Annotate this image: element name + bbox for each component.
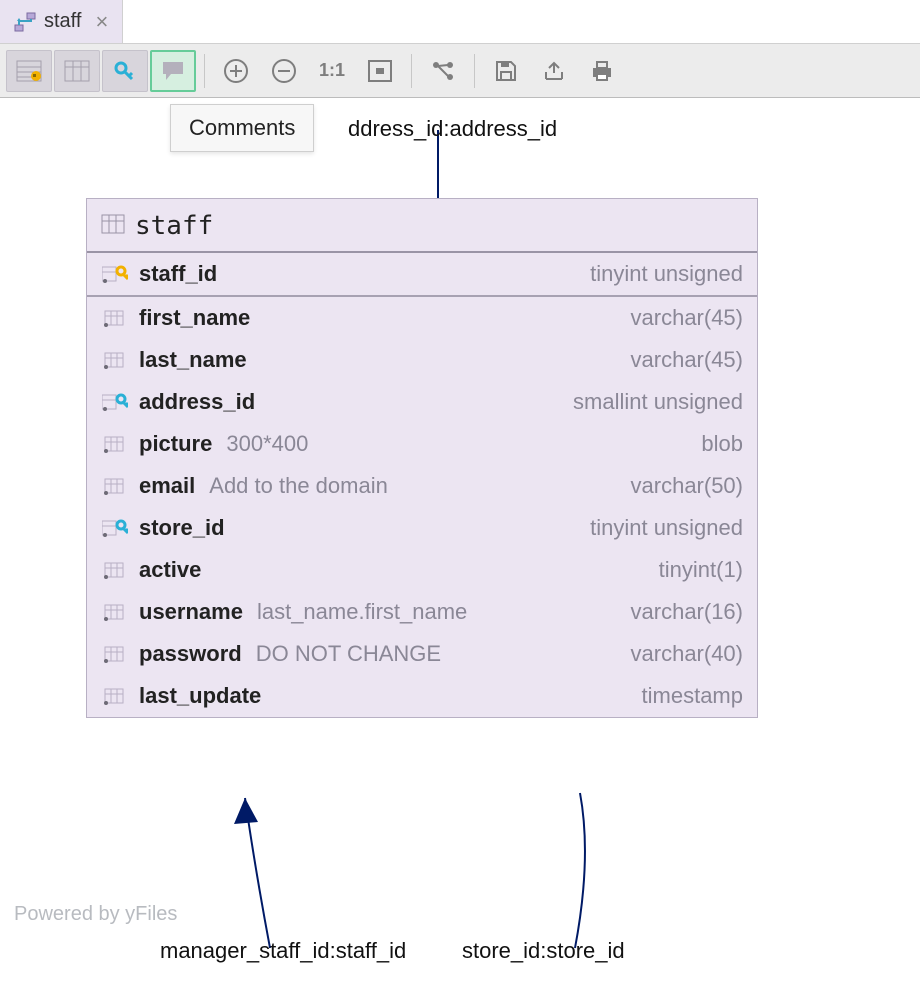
column-row-username[interactable]: username last_name.first_name varchar(16) (87, 591, 757, 633)
zoom-in-button[interactable] (213, 50, 259, 92)
close-icon[interactable]: × (95, 11, 108, 33)
column-type: varchar(45) (631, 305, 743, 331)
column-comment: 300*400 (226, 431, 308, 457)
column-name: address_id (139, 389, 255, 415)
column-name: active (139, 557, 201, 583)
column-name: last_name (139, 347, 247, 373)
diagram-canvas[interactable]: ddress_id:address_id staff staff_idtinyi… (0, 98, 920, 988)
column-row-last_update[interactable]: last_update timestamp (87, 675, 757, 717)
column-name: store_id (139, 515, 225, 541)
column-row-picture[interactable]: picture 300*400 blob (87, 423, 757, 465)
tab-staff[interactable]: staff × (0, 0, 123, 43)
zoom-out-button[interactable] (261, 50, 307, 92)
foreign-key-icon (101, 518, 129, 538)
column-comment: last_name.first_name (257, 599, 467, 625)
table-header: staff (87, 199, 757, 253)
column-name: first_name (139, 305, 250, 331)
column-type: tinyint(1) (659, 557, 743, 583)
toolbar-comments-button[interactable] (150, 50, 196, 92)
column-comment: Add to the domain (209, 473, 388, 499)
diagram-icon (14, 12, 36, 32)
layout-button[interactable] (420, 50, 466, 92)
column-icon (101, 308, 129, 328)
column-type: timestamp (642, 683, 743, 709)
toolbar-table-button[interactable] (54, 50, 100, 92)
column-row-first_name[interactable]: first_name varchar(45) (87, 297, 757, 339)
foreign-key-icon (101, 392, 129, 412)
toolbar-separator (474, 54, 475, 88)
column-icon (101, 434, 129, 454)
edge-label-top: ddress_id:address_id (348, 116, 557, 142)
toolbar-key-button[interactable] (102, 50, 148, 92)
edge-label-bottom-right: store_id:store_id (462, 938, 625, 964)
primary-key-icon (101, 264, 129, 284)
column-comment: DO NOT CHANGE (256, 641, 441, 667)
column-row-staff_id[interactable]: staff_id tinyint unsigned (87, 253, 757, 297)
table-name: staff (135, 211, 213, 241)
column-icon (101, 686, 129, 706)
column-icon (101, 644, 129, 664)
column-type: varchar(45) (631, 347, 743, 373)
save-button[interactable] (483, 50, 529, 92)
column-icon (101, 602, 129, 622)
column-name: staff_id (139, 261, 217, 287)
fit-screen-button[interactable] (357, 50, 403, 92)
tab-label: staff (44, 10, 81, 33)
watermark: Powered by yFiles (14, 903, 177, 926)
column-name: picture (139, 431, 212, 457)
column-icon (101, 350, 129, 370)
print-button[interactable] (579, 50, 625, 92)
column-row-store_id[interactable]: store_id tinyint unsigned (87, 507, 757, 549)
column-row-last_name[interactable]: last_name varchar(45) (87, 339, 757, 381)
column-name: password (139, 641, 242, 667)
column-type: tinyint unsigned (590, 261, 743, 287)
column-type: tinyint unsigned (590, 515, 743, 541)
export-button[interactable] (531, 50, 577, 92)
column-icon (101, 476, 129, 496)
column-row-active[interactable]: active tinyint(1) (87, 549, 757, 591)
column-type: blob (701, 431, 743, 457)
edge-label-bottom-left: manager_staff_id:staff_id (160, 938, 406, 964)
column-row-email[interactable]: email Add to the domain varchar(50) (87, 465, 757, 507)
table-staff[interactable]: staff staff_idtinyint unsignedfirst_name… (86, 198, 758, 718)
tooltip-comments: Comments (170, 104, 314, 152)
column-type: varchar(40) (631, 641, 743, 667)
column-icon (101, 560, 129, 580)
toolbar-details-button[interactable] (6, 50, 52, 92)
tab-bar: staff × (0, 0, 920, 44)
column-name: username (139, 599, 243, 625)
column-name: last_update (139, 683, 261, 709)
toolbar: 1:1 (0, 44, 920, 98)
column-row-address_id[interactable]: address_id smallint unsigned (87, 381, 757, 423)
table-icon (101, 211, 125, 241)
column-name: email (139, 473, 195, 499)
column-type: varchar(16) (631, 599, 743, 625)
toolbar-separator (204, 54, 205, 88)
column-row-password[interactable]: password DO NOT CHANGE varchar(40) (87, 633, 757, 675)
column-type: smallint unsigned (573, 389, 743, 415)
toolbar-separator (411, 54, 412, 88)
column-type: varchar(50) (631, 473, 743, 499)
tooltip-label: Comments (189, 115, 295, 140)
zoom-actual-button[interactable]: 1:1 (309, 50, 355, 92)
